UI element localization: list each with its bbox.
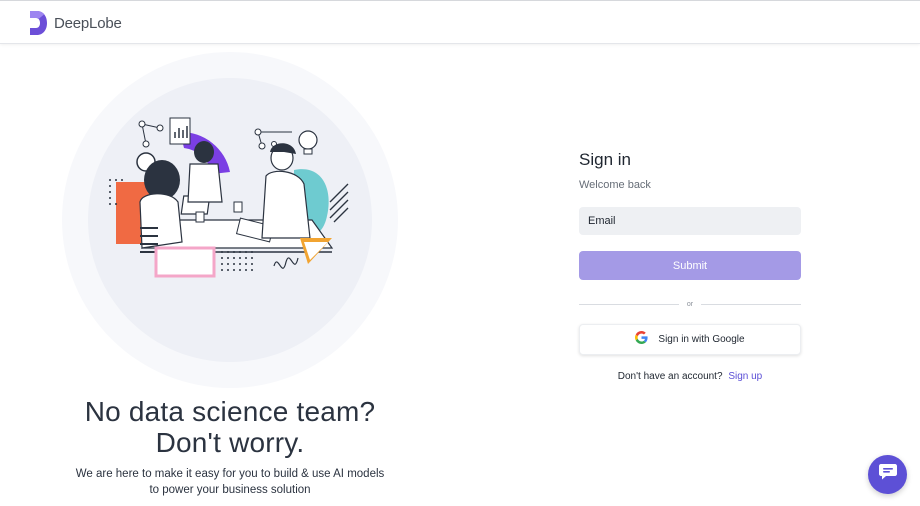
email-field[interactable] [579,207,801,235]
google-g-icon [635,330,648,349]
chat-widget-button[interactable] [868,455,907,494]
hero-tagline: No data science team? Don't worry. We ar… [40,396,420,498]
no-account-text: Don't have an account? [617,371,723,382]
brand-name: DeepLobe [54,14,122,32]
divider-line-right [701,303,802,305]
or-divider: or [579,299,802,309]
description-line-1: We are here to make it easy for you to b… [75,468,385,480]
description-line-2: to power your business solution [149,484,311,496]
signin-subtitle: Welcome back [579,179,651,191]
team-collaboration-illustration [109,117,349,278]
signup-link[interactable]: Sign up [728,371,762,382]
signup-prompt: Don't have an account? Sign up [579,371,801,382]
headline-line-2: Don't worry. [155,427,305,458]
hero-headline: No data science team? Don't worry. [40,396,420,458]
hero-illustration [62,52,398,388]
brand-logo[interactable]: DeepLobe [28,10,122,36]
top-navbar: DeepLobe [0,0,920,44]
headline-line-1: No data science team? [84,396,376,427]
divider-text: or [686,300,694,308]
chat-bubble-icon [878,463,898,486]
divider-line-left [579,303,679,305]
google-signin-label: Sign in with Google [658,334,745,345]
signin-title: Sign in [579,150,631,169]
google-signin-button[interactable]: Sign in with Google [579,324,801,355]
hero-description: We are here to make it easy for you to b… [40,466,420,498]
signin-form: Sign in Welcome back Submit or Sign in w… [579,150,802,382]
deeplobe-logo-icon [28,10,48,36]
submit-button[interactable]: Submit [579,251,801,280]
